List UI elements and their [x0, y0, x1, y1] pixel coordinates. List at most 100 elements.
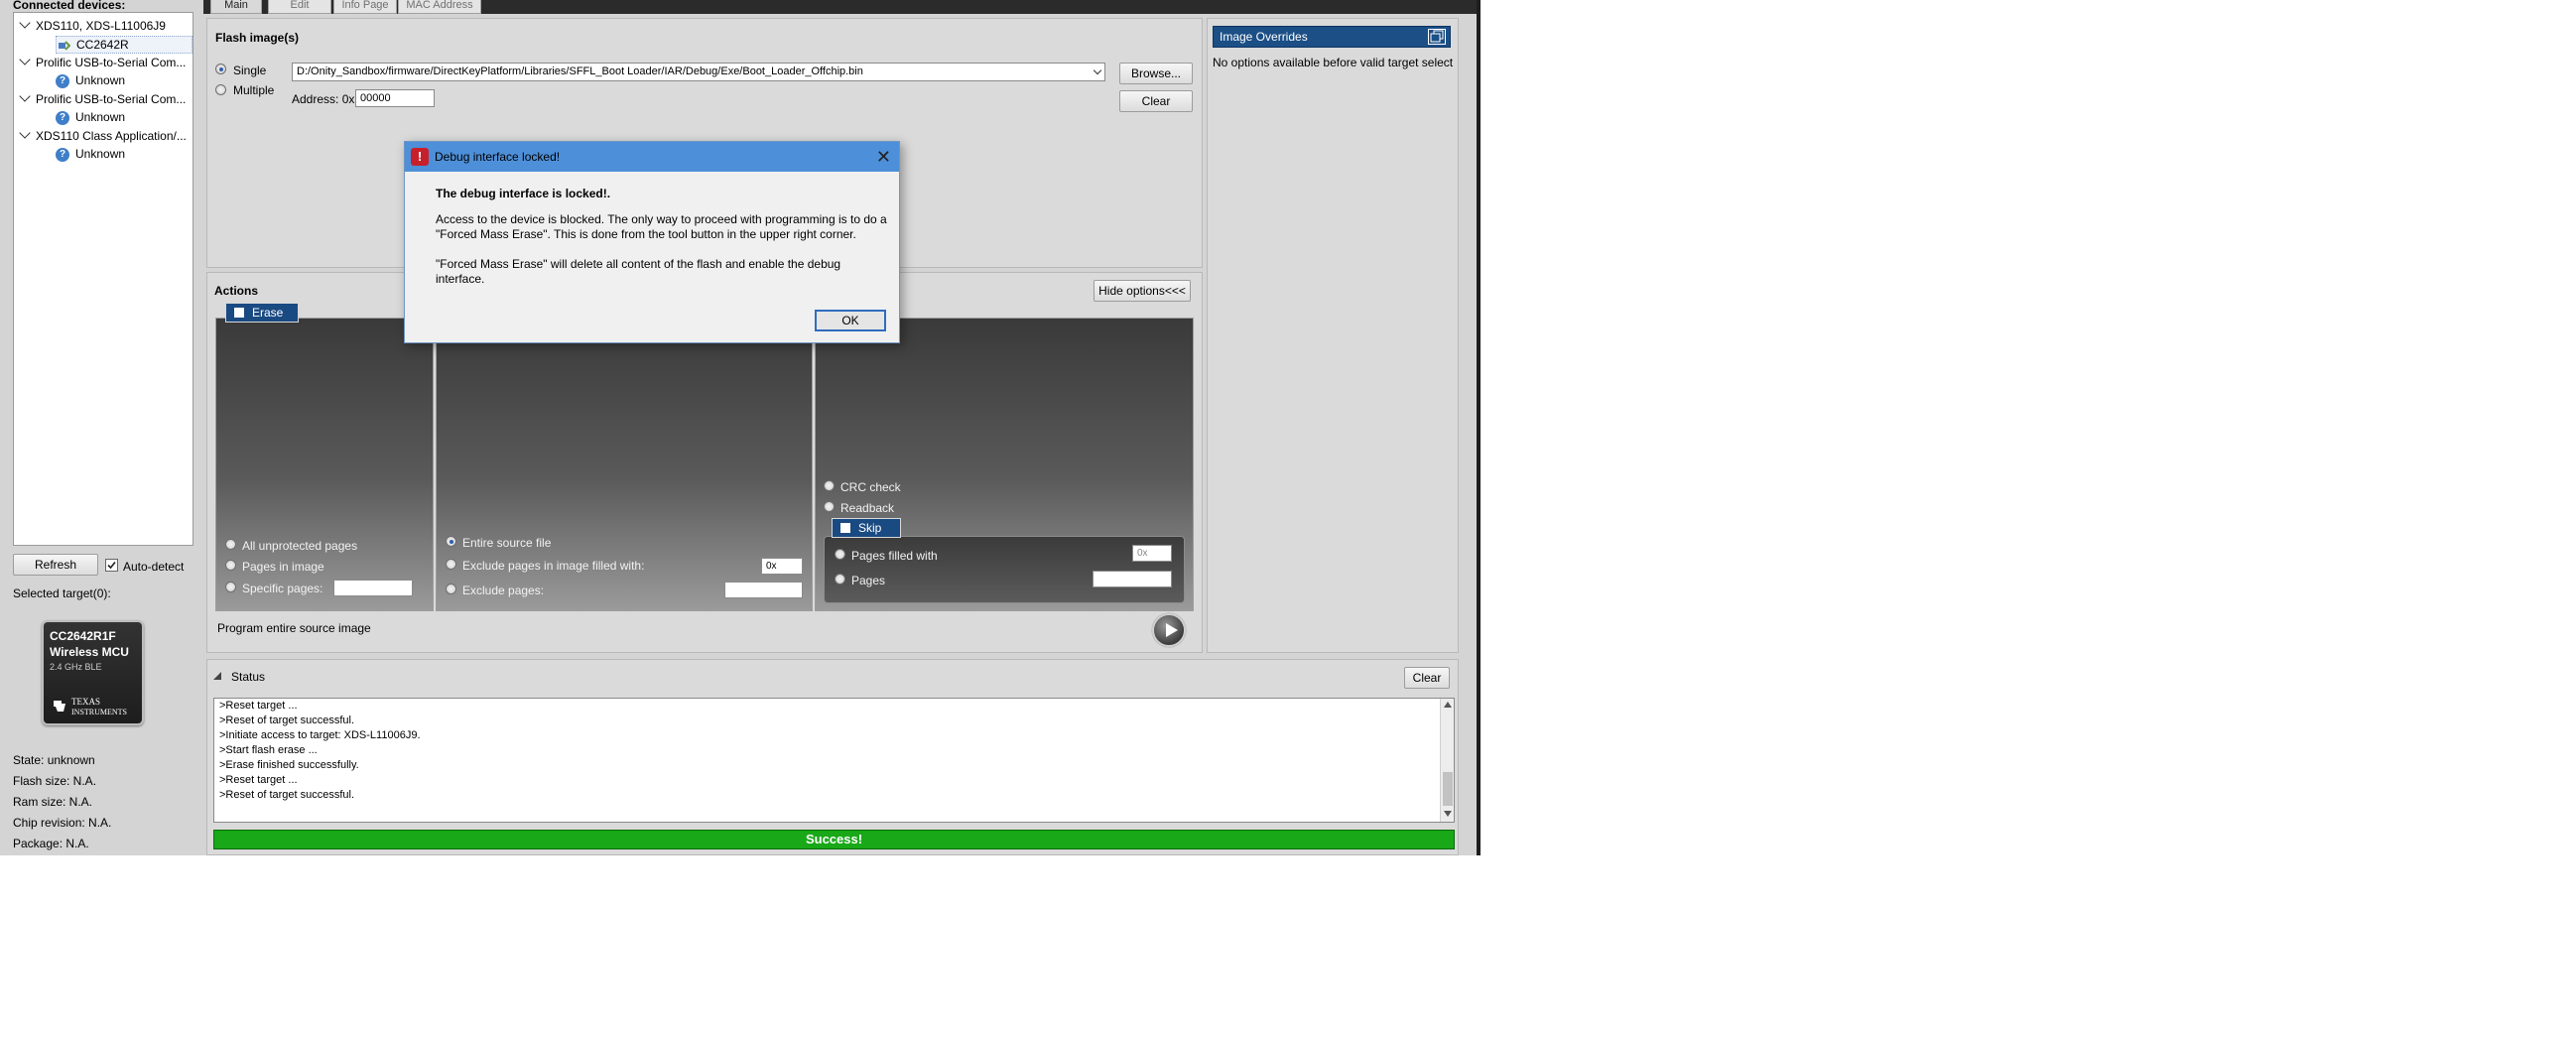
- crc-check-label: CRC check: [840, 480, 901, 494]
- chip-name: CC2642R1F: [50, 629, 116, 643]
- entire-source-label: Entire source file: [462, 536, 552, 550]
- erase-toggle[interactable]: Erase: [225, 303, 299, 323]
- auto-detect-label: Auto-detect: [123, 560, 185, 574]
- skip-pages-radio[interactable]: [835, 574, 845, 585]
- crc-check-radio[interactable]: [824, 480, 835, 491]
- entire-source-radio[interactable]: [446, 536, 456, 547]
- refresh-button[interactable]: Refresh: [13, 554, 98, 576]
- flash-images-header: Flash image(s): [215, 31, 300, 45]
- address-input[interactable]: 00000: [355, 89, 435, 107]
- skip-label: Skip: [858, 521, 882, 535]
- ok-button[interactable]: OK: [815, 310, 886, 331]
- vendor-name-line1: Texas: [71, 697, 100, 707]
- image-overrides-panel: [1207, 18, 1459, 653]
- overrides-window-icon[interactable]: [1428, 29, 1446, 45]
- chevron-down-icon[interactable]: [19, 54, 31, 65]
- collapse-triangle-icon[interactable]: [213, 672, 221, 680]
- exclude-pages-radio[interactable]: [446, 584, 456, 594]
- exclude-pages-input[interactable]: [724, 582, 803, 598]
- scroll-down-icon[interactable]: [1444, 811, 1452, 817]
- question-icon: ?: [56, 73, 69, 88]
- skip-fill-value-input[interactable]: 0x: [1132, 545, 1172, 562]
- close-icon[interactable]: ✕: [876, 142, 891, 172]
- dialog-titlebar[interactable]: Debug interface locked! ✕: [405, 142, 899, 172]
- question-icon: ?: [56, 110, 69, 125]
- device-tree[interactable]: XDS110, XDS-L11006J9 CC2642R Prolific US…: [13, 12, 193, 546]
- log-line: >Reset target ...: [219, 774, 298, 786]
- checkmark-icon: [107, 561, 116, 570]
- exclude-filled-radio[interactable]: [446, 559, 456, 570]
- tree-item-prolific-2[interactable]: Prolific USB-to-Serial Com...: [36, 91, 186, 107]
- exclude-fill-value-input[interactable]: 0x: [761, 558, 803, 575]
- multiple-radio[interactable]: [215, 84, 226, 95]
- readback-label: Readback: [840, 501, 895, 515]
- specific-pages-radio[interactable]: [225, 582, 236, 592]
- image-overrides-header[interactable]: Image Overrides: [1213, 26, 1451, 48]
- exclude-pages-label: Exclude pages:: [462, 584, 545, 597]
- skip-pages-input[interactable]: [1093, 571, 1172, 587]
- dialog-text-line3: "Forced Mass Erase" will delete all cont…: [436, 257, 841, 286]
- flash-clear-button[interactable]: Clear: [1119, 90, 1193, 112]
- auto-detect-checkbox[interactable]: [105, 559, 118, 572]
- tree-item-unknown-3[interactable]: ? Unknown: [56, 146, 125, 162]
- result-bar: Success!: [213, 830, 1455, 849]
- info-state: State: unknown: [13, 753, 95, 767]
- tab-mac-address[interactable]: MAC Address: [398, 0, 481, 14]
- chip-icon: [57, 40, 71, 52]
- log-line: >Reset of target successful.: [219, 715, 355, 726]
- status-clear-button[interactable]: Clear: [1404, 667, 1450, 689]
- tree-item-label: Unknown: [75, 147, 126, 161]
- single-radio[interactable]: [215, 64, 226, 74]
- tree-item-xds110-class[interactable]: XDS110 Class Application/...: [36, 128, 187, 144]
- chevron-down-icon[interactable]: [19, 17, 31, 29]
- action-summary: Program entire source image: [217, 621, 371, 635]
- tree-item-cc2642r[interactable]: CC2642R: [56, 36, 193, 54]
- erase-label: Erase: [252, 306, 284, 320]
- specific-pages-label: Specific pages:: [242, 582, 323, 595]
- vendor-name-line2: Instruments: [71, 708, 128, 716]
- tree-item-prolific-1[interactable]: Prolific USB-to-Serial Com...: [36, 55, 186, 70]
- scroll-thumb[interactable]: [1443, 772, 1453, 806]
- all-unprotected-radio[interactable]: [225, 539, 236, 550]
- dialog-text-line1: Access to the device is blocked. The onl…: [436, 212, 887, 226]
- single-label: Single: [233, 64, 267, 77]
- scroll-up-icon[interactable]: [1444, 702, 1452, 708]
- tab-main[interactable]: Main: [210, 0, 262, 14]
- pages-in-image-label: Pages in image: [242, 560, 324, 574]
- chevron-down-icon[interactable]: [1093, 65, 1102, 75]
- flash-programmer-window: Connected devices: XDS110, XDS-L11006J9 …: [0, 0, 1477, 855]
- tree-item-label: Unknown: [75, 73, 126, 87]
- status-log[interactable]: >Reset target ... >Reset of target succe…: [213, 698, 1455, 823]
- tab-edit[interactable]: Edit: [268, 0, 331, 14]
- pages-in-image-radio[interactable]: [225, 560, 236, 571]
- log-line: >Initiate access to target: XDS-L11006J9…: [219, 729, 421, 741]
- warning-icon: [411, 148, 429, 166]
- tab-info-page[interactable]: Info Page: [333, 0, 397, 14]
- chevron-down-icon[interactable]: [19, 90, 31, 102]
- hide-options-button[interactable]: Hide options<<<: [1094, 280, 1191, 302]
- tree-item-unknown-2[interactable]: ? Unknown: [56, 109, 125, 125]
- flash-image-path-combo[interactable]: D:/Onity_Sandbox/firmware/DirectKeyPlatf…: [292, 63, 1105, 81]
- skip-toggle[interactable]: Skip: [832, 518, 901, 538]
- tree-item-xds110[interactable]: XDS110, XDS-L11006J9: [36, 18, 166, 34]
- dialog-heading: The debug interface is locked!.: [436, 187, 611, 200]
- skip-checkbox[interactable]: [840, 523, 850, 533]
- skip-pages-label: Pages: [851, 574, 886, 587]
- log-scrollbar[interactable]: [1440, 699, 1454, 822]
- ti-logo-icon: [52, 698, 67, 714]
- overrides-message: No options available before valid target…: [1213, 56, 1454, 69]
- specific-pages-input[interactable]: [333, 580, 413, 596]
- skip-group: [824, 536, 1185, 603]
- target-chip-image: CC2642R1F Wireless MCU 2.4 GHz BLE Texas…: [42, 620, 144, 725]
- log-line: >Erase finished successfully.: [219, 759, 359, 771]
- browse-button[interactable]: Browse...: [1119, 63, 1193, 84]
- chevron-down-icon[interactable]: [19, 127, 31, 139]
- readback-radio[interactable]: [824, 501, 835, 512]
- tree-item-unknown-1[interactable]: ? Unknown: [56, 72, 125, 88]
- erase-checkbox[interactable]: [234, 308, 244, 318]
- tree-item-label: Unknown: [75, 110, 126, 124]
- tree-item-label: CC2642R: [76, 38, 129, 52]
- play-icon[interactable]: [1152, 613, 1186, 647]
- skip-pages-filled-radio[interactable]: [835, 549, 845, 560]
- info-package: Package: N.A.: [13, 837, 89, 850]
